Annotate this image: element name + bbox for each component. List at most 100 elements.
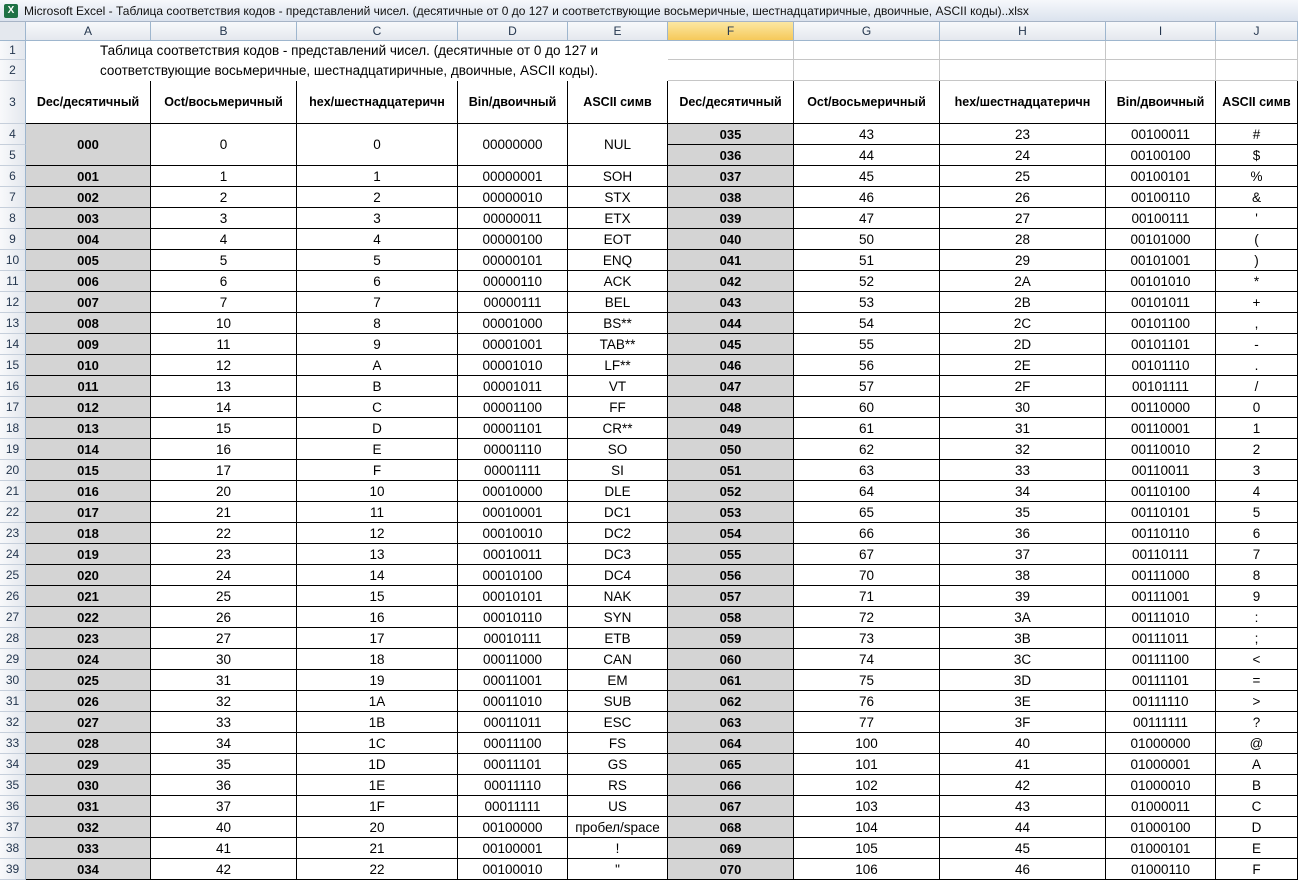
cell-dec[interactable]: 063 xyxy=(668,712,794,733)
cell-bin[interactable]: 00100001 xyxy=(458,838,568,859)
cell-oct[interactable]: 2 xyxy=(151,187,297,208)
cell-dec[interactable]: 065 xyxy=(668,754,794,775)
cell-bin[interactable]: 00010100 xyxy=(458,565,568,586)
cell-dec[interactable]: 026 xyxy=(26,691,151,712)
row-header-14[interactable]: 14 xyxy=(0,334,26,355)
column-title-bin[interactable]: Bin/двоичный xyxy=(458,81,568,124)
row-header-39[interactable]: 39 xyxy=(0,859,26,880)
cell-hex[interactable]: 30 xyxy=(940,397,1106,418)
column-title-bin[interactable]: Bin/двоичный xyxy=(1106,81,1216,124)
cell-oct[interactable]: 64 xyxy=(794,481,940,502)
cell-bin[interactable]: 00111001 xyxy=(1106,586,1216,607)
cell-ascii[interactable]: ETB xyxy=(568,628,668,649)
cell-hex[interactable]: D xyxy=(297,418,458,439)
cell-oct[interactable]: 26 xyxy=(151,607,297,628)
cell-bin[interactable]: 00001000 xyxy=(458,313,568,334)
cell-ascii[interactable]: 4 xyxy=(1216,481,1298,502)
cell-hex[interactable]: 25 xyxy=(940,166,1106,187)
cell-oct[interactable]: 106 xyxy=(794,859,940,880)
cell-dec[interactable]: 032 xyxy=(26,817,151,838)
cell-hex[interactable]: 2A xyxy=(940,271,1106,292)
row-header-5[interactable]: 5 xyxy=(0,145,26,166)
cell-bin[interactable]: 00010101 xyxy=(458,586,568,607)
cell-bin[interactable]: 01000000 xyxy=(1106,733,1216,754)
cell-dec[interactable]: 007 xyxy=(26,292,151,313)
cell-oct[interactable]: 67 xyxy=(794,544,940,565)
row-header-30[interactable]: 30 xyxy=(0,670,26,691)
cell-bin[interactable]: 00011010 xyxy=(458,691,568,712)
cell-ascii[interactable]: STX xyxy=(568,187,668,208)
cell-bin[interactable]: 00101011 xyxy=(1106,292,1216,313)
row-header-18[interactable]: 18 xyxy=(0,418,26,439)
empty-cell[interactable] xyxy=(1106,60,1216,81)
cell-bin[interactable]: 00011110 xyxy=(458,775,568,796)
cell-hex[interactable]: 31 xyxy=(940,418,1106,439)
cell-ascii[interactable]: TAB** xyxy=(568,334,668,355)
cell-bin[interactable]: 00011101 xyxy=(458,754,568,775)
empty-cell[interactable] xyxy=(940,60,1106,81)
empty-cell[interactable] xyxy=(1106,41,1216,60)
column-title-dec[interactable]: Dec/десятичный xyxy=(26,81,151,124)
cell-hex[interactable]: 2B xyxy=(940,292,1106,313)
cell-oct[interactable]: 43 xyxy=(794,124,940,145)
cell-dec[interactable]: 058 xyxy=(668,607,794,628)
row-header-27[interactable]: 27 xyxy=(0,607,26,628)
cell-dec[interactable]: 035 xyxy=(668,124,794,145)
cell-dec[interactable]: 062 xyxy=(668,691,794,712)
cell-dec[interactable]: 033 xyxy=(26,838,151,859)
cell-hex[interactable]: 7 xyxy=(297,292,458,313)
cell-hex[interactable]: 3F xyxy=(940,712,1106,733)
cell-bin[interactable]: 00101010 xyxy=(1106,271,1216,292)
select-all-corner[interactable] xyxy=(0,22,26,41)
column-header-a[interactable]: A xyxy=(26,22,151,41)
cell-bin[interactable]: 00000010 xyxy=(458,187,568,208)
cell-hex[interactable]: B xyxy=(297,376,458,397)
cell-oct[interactable]: 57 xyxy=(794,376,940,397)
cell-bin[interactable]: 00100101 xyxy=(1106,166,1216,187)
cell-bin[interactable]: 00100100 xyxy=(1106,145,1216,166)
cell-oct[interactable]: 36 xyxy=(151,775,297,796)
row-header-7[interactable]: 7 xyxy=(0,187,26,208)
cell-ascii[interactable]: US xyxy=(568,796,668,817)
cell-oct[interactable]: 100 xyxy=(794,733,940,754)
cell-bin[interactable]: 00000000 xyxy=(458,124,568,166)
cell-bin[interactable]: 01000100 xyxy=(1106,817,1216,838)
cell-ascii[interactable]: < xyxy=(1216,649,1298,670)
row-header-19[interactable]: 19 xyxy=(0,439,26,460)
cell-oct[interactable]: 16 xyxy=(151,439,297,460)
cell-oct[interactable]: 11 xyxy=(151,334,297,355)
cell-oct[interactable]: 63 xyxy=(794,460,940,481)
cell-ascii[interactable]: DC3 xyxy=(568,544,668,565)
cell-oct[interactable]: 55 xyxy=(794,334,940,355)
cell-bin[interactable]: 01000101 xyxy=(1106,838,1216,859)
cell-bin[interactable]: 01000010 xyxy=(1106,775,1216,796)
cell-ascii[interactable]: E xyxy=(1216,838,1298,859)
cell-oct[interactable]: 70 xyxy=(794,565,940,586)
row-header-2[interactable]: 2 xyxy=(0,60,26,81)
column-header-i[interactable]: I xyxy=(1106,22,1216,41)
cell-ascii[interactable]: 1 xyxy=(1216,418,1298,439)
cell-ascii[interactable]: " xyxy=(568,859,668,880)
cell-oct[interactable]: 10 xyxy=(151,313,297,334)
cell-dec[interactable]: 034 xyxy=(26,859,151,880)
cell-bin[interactable]: 00000011 xyxy=(458,208,568,229)
cell-dec[interactable]: 030 xyxy=(26,775,151,796)
cell-dec[interactable]: 041 xyxy=(668,250,794,271)
cell-oct[interactable]: 71 xyxy=(794,586,940,607)
row-header-6[interactable]: 6 xyxy=(0,166,26,187)
cell-dec[interactable]: 043 xyxy=(668,292,794,313)
cell-dec[interactable]: 028 xyxy=(26,733,151,754)
cell-bin[interactable]: 00010000 xyxy=(458,481,568,502)
cell-oct[interactable]: 105 xyxy=(794,838,940,859)
cell-oct[interactable]: 15 xyxy=(151,418,297,439)
row-header-23[interactable]: 23 xyxy=(0,523,26,544)
cell-ascii[interactable]: ETX xyxy=(568,208,668,229)
cell-bin[interactable]: 00100011 xyxy=(1106,124,1216,145)
row-header-9[interactable]: 9 xyxy=(0,229,26,250)
column-header-c[interactable]: C xyxy=(297,22,458,41)
cell-oct[interactable]: 73 xyxy=(794,628,940,649)
cell-hex[interactable]: 36 xyxy=(940,523,1106,544)
cell-bin[interactable]: 00111100 xyxy=(1106,649,1216,670)
row-header-10[interactable]: 10 xyxy=(0,250,26,271)
cell-hex[interactable]: 1A xyxy=(297,691,458,712)
